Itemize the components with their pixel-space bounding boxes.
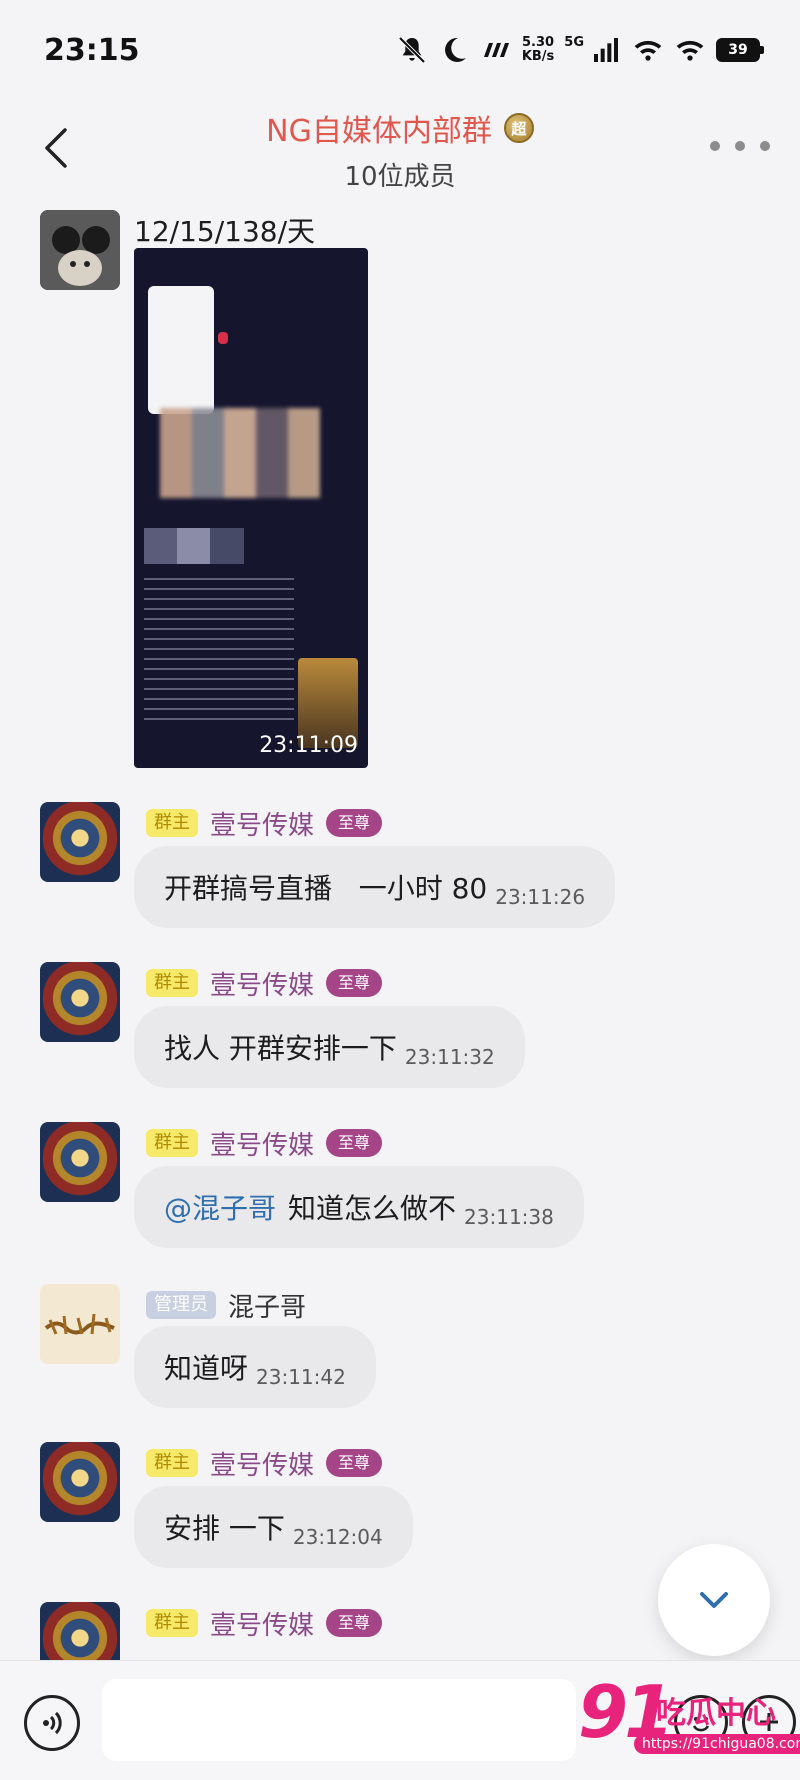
- message-time: 23:11:32: [404, 1045, 495, 1069]
- role-badge: 群主: [146, 1609, 198, 1637]
- carrier-logo-icon: [483, 43, 509, 57]
- avatar[interactable]: [40, 1442, 120, 1522]
- more-options-button[interactable]: [710, 134, 770, 158]
- battery-indicator: 39: [716, 38, 764, 62]
- avatar[interactable]: [40, 1122, 120, 1202]
- role-badge: 群主: [146, 809, 198, 837]
- sender-row: 群主 壹号传媒 至尊: [146, 1125, 383, 1162]
- group-title-row[interactable]: NG自媒体内部群 超: [266, 106, 534, 150]
- role-badge: 群主: [146, 969, 198, 997]
- message-bubble[interactable]: @混子哥 知道怎么做不 23:11:38: [134, 1166, 584, 1248]
- image-caption: 12/15/138/天: [134, 215, 316, 248]
- member-count[interactable]: 10位成员: [0, 156, 800, 193]
- vip-badge: 至尊: [326, 969, 383, 997]
- sender-name[interactable]: 壹号传媒: [210, 965, 314, 1002]
- cat-avatar-icon: [40, 210, 120, 290]
- header-center: NG自媒体内部群 超 10位成员: [0, 106, 800, 193]
- vip-badge: 至尊: [326, 1609, 383, 1637]
- watermark-logo: 91 吃瓜中心 https://91chigua08.com/: [578, 1672, 800, 1772]
- avatar[interactable]: [40, 1284, 120, 1364]
- chat-header: NG自媒体内部群 超 10位成员: [0, 100, 800, 200]
- status-icons: 5.30 KB/s 5G 39: [396, 34, 764, 66]
- avatar[interactable]: [40, 802, 120, 882]
- message-time: 23:11:26: [495, 885, 586, 909]
- avatar[interactable]: [40, 210, 120, 290]
- sender-row: 群主 壹号传媒 至尊: [146, 965, 383, 1002]
- network-speed-unit: KB/s: [521, 49, 555, 64]
- more-dot-icon: [735, 141, 745, 151]
- message-bubble[interactable]: 知道呀 23:11:42: [134, 1326, 376, 1408]
- sender-name[interactable]: 混子哥: [228, 1287, 306, 1324]
- image-statusline: [134, 248, 368, 268]
- message-bubble[interactable]: 找人 开群安排一下 23:11:32: [134, 1006, 525, 1088]
- sender-name[interactable]: 壹号传媒: [210, 1445, 314, 1482]
- mute-bell-icon: [398, 36, 426, 64]
- status-time: 23:15: [44, 32, 140, 68]
- super-group-badge: 超: [503, 113, 534, 143]
- wifi-icon-secondary: [676, 40, 704, 61]
- screenshot-image[interactable]: 23:11:09: [134, 248, 368, 768]
- image-phone-preview: [148, 286, 214, 414]
- message-input[interactable]: [102, 1679, 576, 1761]
- sender-name[interactable]: 壹号传媒: [210, 1125, 314, 1162]
- network-type-label: 5G: [564, 34, 584, 50]
- more-dot-icon: [710, 141, 720, 151]
- role-badge: 管理员: [146, 1291, 216, 1319]
- image-red-marker: [218, 332, 228, 344]
- sender-row: 群主 壹号传媒 至尊: [146, 1445, 383, 1482]
- wifi-icon: [634, 40, 662, 61]
- vip-badge: 至尊: [326, 809, 383, 837]
- image-blurred-area: [144, 528, 244, 564]
- sender-name[interactable]: 壹号传媒: [210, 805, 314, 842]
- image-timestamp: 23:11:09: [259, 733, 358, 758]
- message-time: 23:11:38: [464, 1205, 554, 1229]
- image-blurred-area: [160, 408, 320, 498]
- avatar[interactable]: [40, 962, 120, 1042]
- signal-bars-icon: [594, 38, 618, 62]
- message-text: 安排 一下: [164, 1512, 285, 1545]
- vip-badge: 至尊: [326, 1449, 383, 1477]
- message-text: 知道呀: [164, 1352, 249, 1385]
- mention-link[interactable]: @混子哥: [164, 1187, 276, 1227]
- role-badge: 群主: [146, 1449, 198, 1477]
- status-bar: 23:15 5.30 KB/s 5G 39: [0, 0, 800, 100]
- message-text: 找人 开群安排一下: [164, 1032, 397, 1065]
- watermark-name: 吃瓜中心: [656, 1696, 776, 1731]
- voice-input-button[interactable]: [24, 1695, 80, 1751]
- chevron-down-icon: [700, 1592, 728, 1608]
- scroll-to-bottom-button[interactable]: [658, 1544, 770, 1656]
- voice-wave-icon: [43, 1711, 62, 1735]
- sender-row: 群主 壹号传媒 至尊: [146, 805, 383, 842]
- calligraphy-logo-icon: [40, 1284, 120, 1364]
- vip-badge: 至尊: [326, 1129, 383, 1157]
- sender-name[interactable]: 壹号传媒: [210, 1605, 314, 1642]
- more-dot-icon: [760, 141, 770, 151]
- sender-row: 管理员 混子哥: [146, 1287, 306, 1324]
- network-speed: 5.30 KB/s: [522, 36, 554, 64]
- role-badge: 群主: [146, 1129, 198, 1157]
- network-speed-value: 5.30: [522, 35, 555, 50]
- moon-icon: [444, 37, 466, 62]
- message-bubble[interactable]: 开群搞号直播 一小时 80 23:11:26: [134, 846, 616, 928]
- chat-screen: 23:15 5.30 KB/s 5G 39 NG自媒体内部群 超 10位成员 1…: [0, 0, 800, 1780]
- sender-row: 群主 壹号传媒 至尊: [146, 1605, 383, 1642]
- message-bubble[interactable]: 安排 一下 23:12:04: [134, 1486, 413, 1568]
- battery-level: 39: [728, 42, 748, 58]
- image-text-block: [144, 578, 294, 728]
- watermark-url: https://91chigua08.com/: [634, 1734, 800, 1754]
- group-title: NG自媒体内部群: [266, 114, 492, 149]
- message-text: 知道怎么做不: [288, 1192, 457, 1225]
- message-text: 开群搞号直播 一小时 80: [164, 872, 488, 905]
- message-time: 23:11:42: [256, 1365, 346, 1389]
- message-time: 23:12:04: [292, 1525, 383, 1549]
